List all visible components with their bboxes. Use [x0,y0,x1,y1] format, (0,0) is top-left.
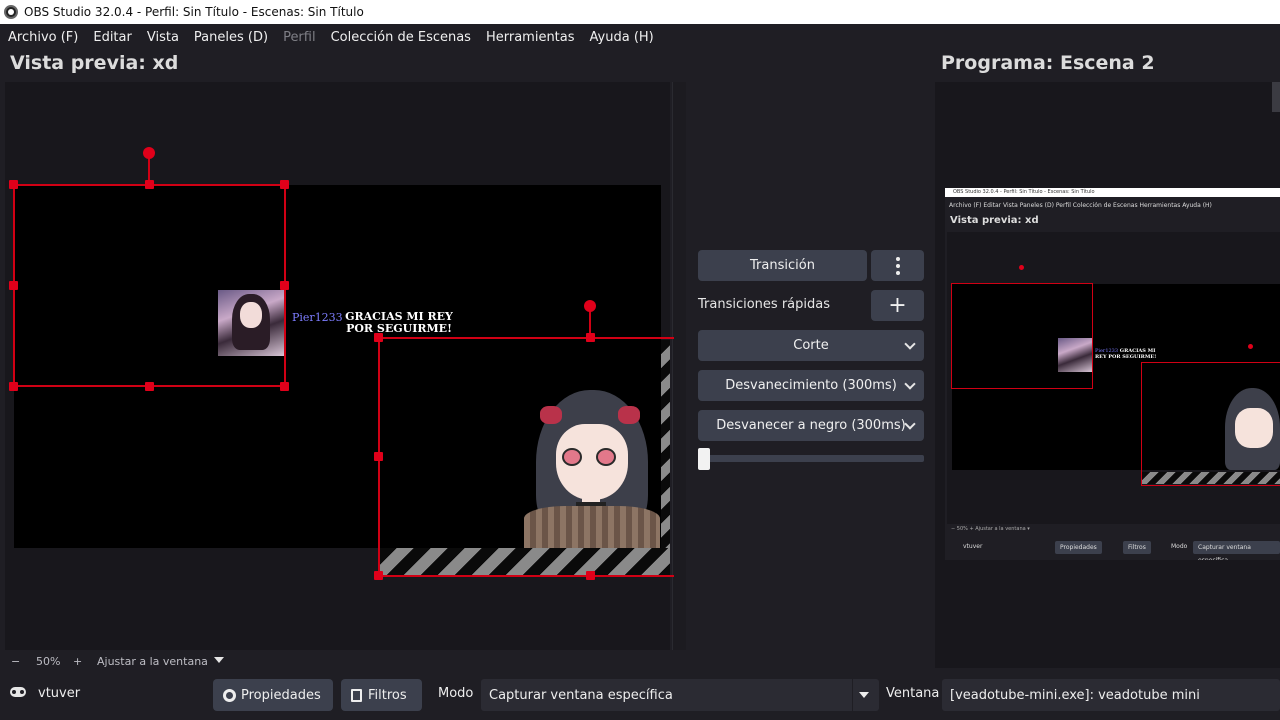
dropdown-separator [852,679,853,711]
window-select[interactable]: [veadotube-mini.exe]: veadotube mini [942,679,1280,711]
source-toolbar: vtuver Propiedades Filtros Modo Capturar… [0,672,1280,720]
resize-handle-avatar-bm[interactable] [586,571,595,580]
transition-menu-button[interactable] [871,250,924,281]
resize-handle-tr[interactable] [280,180,289,189]
mini-filters-button: Filtros [1123,541,1151,554]
quick-transition-label: Desvanecer a negro (300ms) [716,418,906,433]
resize-handle-bm[interactable] [145,382,154,391]
window-title: OBS Studio 32.0.4 - Perfil: Sin Título -… [24,5,364,19]
preview-scrollbar[interactable] [672,82,686,650]
resize-handle-bl[interactable] [9,382,18,391]
chevron-down-icon [904,378,916,390]
source-name: vtuver [38,686,81,701]
menu-ayuda[interactable]: Ayuda (H) [590,30,654,45]
resize-handle-br[interactable] [280,382,289,391]
selection-box-camera[interactable] [13,184,286,387]
selection-box-avatar[interactable] [378,337,674,577]
mini-preview-title: Vista previa: xd [950,215,1039,226]
quick-transition-label: Desvanecimiento (300ms) [725,378,897,393]
mini-rotation-handle-avatar [1248,344,1253,349]
resize-handle-tm[interactable] [145,180,154,189]
resize-handle-ml[interactable] [9,281,18,290]
mini-source-bar: vtuver Propiedades Filtros Modo Capturar… [945,537,1280,560]
quick-transition-label: Corte [793,338,829,353]
mini-window-title: OBS Studio 32.0.4 - Perfil: Sin Título -… [945,188,1280,197]
rotation-handle[interactable] [143,147,155,159]
mini-source-name: vtuver [963,543,983,550]
mode-value: Capturar ventana específica [489,687,673,703]
obs-logo-icon [4,5,18,19]
properties-label: Propiedades [241,687,321,703]
resize-handle-avatar-bl[interactable] [374,571,383,580]
fit-to-window-button[interactable]: Ajustar a la ventana [97,655,208,668]
menu-bar: Archivo (F) Editar Vista Paneles (D) Per… [0,24,1280,50]
resize-handle-avatar-tm[interactable] [586,333,595,342]
program-title: Programa: Escena 2 [941,52,1155,74]
add-quick-transition-button[interactable]: + [871,290,924,321]
mini-menu-bar: Archivo (F) Editar Vista Paneles (D) Per… [949,202,1212,209]
mini-selection-camera [951,283,1093,389]
window-value: [veadotube-mini.exe]: veadotube mini [950,687,1200,703]
quick-transition-negro[interactable]: Desvanecer a negro (300ms) [698,410,924,441]
menu-editar[interactable]: Editar [93,30,132,45]
mini-hazard-stripes [1142,472,1280,484]
filter-icon [351,688,362,702]
mode-select[interactable]: Capturar ventana específica [481,679,879,711]
filters-button[interactable]: Filtros [341,679,422,711]
quick-transition-corte[interactable]: Corte [698,330,924,361]
resize-handle-avatar-tl[interactable] [374,333,383,342]
chevron-down-icon [904,338,916,350]
mini-zoom-bar: − 50% + Ajustar a la ventana ▾ [951,526,1030,532]
plus-icon: + [888,293,907,318]
menu-vista[interactable]: Vista [147,30,179,45]
window-titlebar: OBS Studio 32.0.4 - Perfil: Sin Título -… [0,0,1280,24]
quick-transitions-label: Transiciones rápidas [698,297,830,312]
mini-vtuber-avatar [1225,388,1280,470]
menu-coleccion-escenas[interactable]: Colección de Escenas [331,30,471,45]
resize-handle-mr[interactable] [280,281,289,290]
zoom-in-button[interactable]: + [73,655,82,668]
filters-label: Filtros [368,687,407,703]
mode-label: Modo [438,686,474,701]
mini-mode-label: Modo [1171,543,1188,550]
resize-handle-avatar-ml[interactable] [374,452,383,461]
game-capture-icon [10,687,26,697]
zoom-dropdown-icon[interactable] [214,657,224,663]
menu-herramientas[interactable]: Herramientas [486,30,575,45]
menu-perfil: Perfil [283,29,316,45]
quick-transition-desvanecimiento[interactable]: Desvanecimiento (300ms) [698,370,924,401]
zoom-out-button[interactable]: − [11,655,20,668]
mini-rotation-handle [1019,265,1024,270]
resize-handle-tl[interactable] [9,180,18,189]
chevron-down-icon [904,418,916,430]
menu-paneles[interactable]: Paneles (D) [194,30,268,45]
program-output-capture: OBS Studio 32.0.4 - Perfil: Sin Título -… [945,188,1280,560]
gear-icon [223,688,236,702]
rotation-handle-avatar[interactable] [584,300,596,312]
alert-message: GRACIAS MI REY POR SEGUIRME! [345,310,453,335]
mini-properties-button: Propiedades [1055,541,1102,554]
mini-mode-select: Capturar ventana específica [1193,541,1280,560]
mini-alert-text: Pier1233 GRACIAS MI REY POR SEGUIRME! [1095,348,1165,360]
alert-avatar-image [218,290,284,356]
preview-title: Vista previa: xd [10,52,179,74]
preview-zoom-bar: − 50% + Ajustar a la ventana [0,651,680,671]
mini-alert-avatar-image [1058,338,1092,372]
kebab-menu-icon [895,256,900,275]
zoom-level: 50% [36,654,61,668]
window-label: Ventana [886,686,940,701]
transition-slider-thumb[interactable] [698,448,710,470]
transition-button[interactable]: Transición [698,250,867,281]
transition-slider-track[interactable] [698,455,924,462]
program-scrollbar[interactable] [1272,82,1280,112]
dropdown-arrow-icon [859,692,869,698]
properties-button[interactable]: Propiedades [213,679,333,711]
menu-archivo[interactable]: Archivo (F) [8,30,78,45]
